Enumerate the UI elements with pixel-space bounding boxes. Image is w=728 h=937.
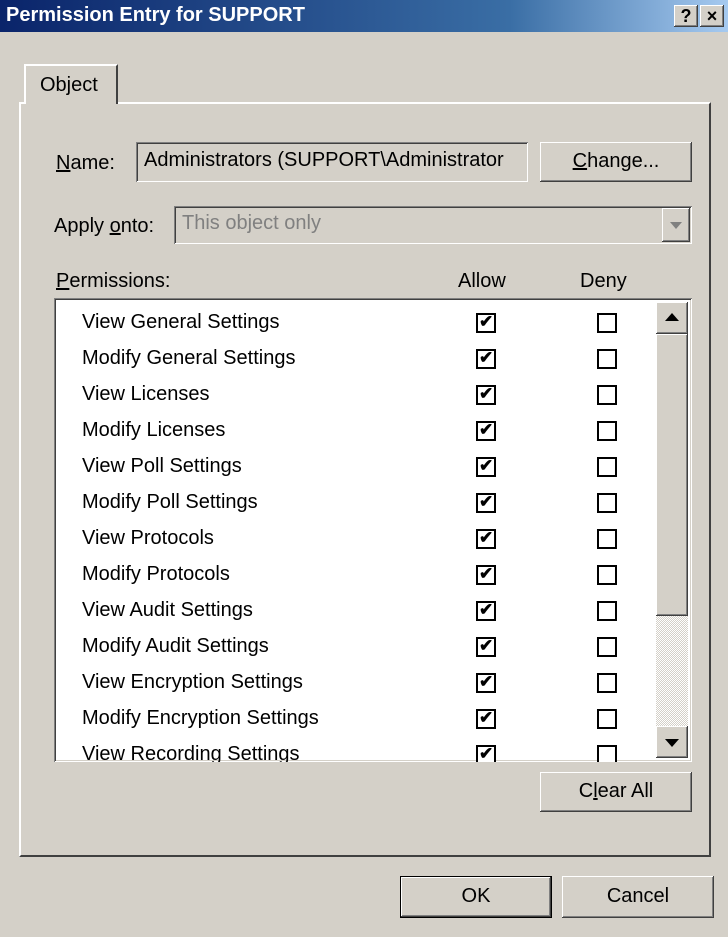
check-icon: ✔: [479, 528, 494, 547]
permission-row: View General Settings ✔: [54, 306, 654, 340]
deny-checkbox[interactable]: [597, 349, 617, 369]
check-icon: ✔: [479, 456, 494, 475]
check-icon: ✔: [479, 672, 494, 691]
check-icon: ✔: [479, 564, 494, 583]
deny-checkbox[interactable]: [597, 565, 617, 585]
allow-checkbox[interactable]: ✔: [476, 456, 496, 477]
deny-checkbox[interactable]: [597, 673, 617, 693]
check-icon: ✔: [479, 708, 494, 727]
check-icon: ✔: [479, 384, 494, 403]
deny-checkbox[interactable]: [597, 637, 617, 657]
check-icon: ✔: [479, 636, 494, 655]
allow-checkbox[interactable]: ✔: [476, 672, 496, 693]
clear-all-button[interactable]: Clear All: [540, 772, 692, 812]
scroll-thumb[interactable]: [656, 334, 688, 616]
allow-checkbox[interactable]: ✔: [476, 708, 496, 729]
permission-row: Modify Audit Settings ✔: [54, 630, 654, 664]
apply-onto-select[interactable]: This object only: [174, 206, 692, 244]
permission-name: View Protocols: [82, 527, 214, 549]
chevron-down-icon[interactable]: [662, 208, 690, 242]
check-icon: ✔: [479, 744, 494, 762]
deny-column-header: Deny: [580, 270, 627, 292]
permissions-label: Permissions:: [56, 270, 171, 292]
cancel-button[interactable]: Cancel: [562, 876, 714, 918]
permission-name: Modify General Settings: [82, 347, 296, 369]
permission-name: Modify Licenses: [82, 419, 226, 441]
allow-checkbox[interactable]: ✔: [476, 348, 496, 369]
tab-object-label: Object: [40, 74, 98, 96]
allow-checkbox[interactable]: ✔: [476, 600, 496, 621]
permission-row: Modify Poll Settings ✔: [54, 486, 654, 520]
permission-name: Modify Poll Settings: [82, 491, 258, 513]
deny-checkbox[interactable]: [597, 709, 617, 729]
permission-row: Modify Encryption Settings ✔: [54, 702, 654, 736]
permission-row: Modify Protocols ✔: [54, 558, 654, 592]
permission-row: Modify General Settings ✔: [54, 342, 654, 376]
help-button[interactable]: ?: [674, 5, 698, 27]
name-label: Name:: [56, 152, 115, 174]
permission-name: View Recording Settings: [82, 743, 300, 762]
permission-name: Modify Encryption Settings: [82, 707, 319, 729]
deny-checkbox[interactable]: [597, 745, 617, 762]
name-field: Administrators (SUPPORT\Administrator: [136, 142, 528, 182]
permission-row: View Encryption Settings ✔: [54, 666, 654, 700]
deny-checkbox[interactable]: [597, 601, 617, 621]
permission-row: Modify Licenses ✔: [54, 414, 654, 448]
allow-checkbox[interactable]: ✔: [476, 312, 496, 333]
allow-column-header: Allow: [458, 270, 506, 292]
deny-checkbox[interactable]: [597, 421, 617, 441]
change-button[interactable]: Change...: [540, 142, 692, 182]
apply-onto-label: Apply onto:: [54, 215, 155, 237]
apply-onto-value: This object only: [182, 212, 321, 234]
permission-row: View Licenses ✔: [54, 378, 654, 412]
deny-checkbox[interactable]: [597, 457, 617, 477]
permission-name: View Audit Settings: [82, 599, 253, 621]
deny-checkbox[interactable]: [597, 493, 617, 513]
check-icon: ✔: [479, 492, 494, 511]
allow-checkbox[interactable]: ✔: [476, 492, 496, 513]
ok-button[interactable]: OK: [400, 876, 552, 918]
check-icon: ✔: [479, 348, 494, 367]
tab-object[interactable]: Object: [24, 64, 118, 104]
permission-name: View Encryption Settings: [82, 671, 303, 693]
permission-name: Modify Audit Settings: [82, 635, 269, 657]
permission-row: View Audit Settings ✔: [54, 594, 654, 628]
window-title: Permission Entry for SUPPORT: [6, 4, 305, 26]
allow-checkbox[interactable]: ✔: [476, 636, 496, 657]
deny-checkbox[interactable]: [597, 313, 617, 333]
allow-checkbox[interactable]: ✔: [476, 420, 496, 441]
permission-name: View General Settings: [82, 311, 280, 333]
permission-name: View Poll Settings: [82, 455, 242, 477]
permission-row: View Protocols ✔: [54, 522, 654, 556]
vertical-scrollbar[interactable]: [656, 302, 688, 758]
permission-row: View Recording Settings ✔: [54, 738, 654, 762]
scroll-up-button[interactable]: [656, 302, 688, 334]
title-bar: Permission Entry for SUPPORT ? ×: [0, 0, 728, 32]
close-button[interactable]: ×: [700, 5, 724, 27]
check-icon: ✔: [479, 420, 494, 439]
permissions-list[interactable]: View General Settings ✔ Modify General Set…: [54, 298, 692, 762]
permission-name: Modify Protocols: [82, 563, 230, 585]
deny-checkbox[interactable]: [597, 385, 617, 405]
permission-row: View Poll Settings ✔: [54, 450, 654, 484]
check-icon: ✔: [479, 312, 494, 331]
allow-checkbox[interactable]: ✔: [476, 564, 496, 585]
permission-name: View Licenses: [82, 383, 210, 405]
allow-checkbox[interactable]: ✔: [476, 744, 496, 762]
allow-checkbox[interactable]: ✔: [476, 384, 496, 405]
deny-checkbox[interactable]: [597, 529, 617, 549]
scroll-down-button[interactable]: [656, 726, 688, 758]
check-icon: ✔: [479, 600, 494, 619]
allow-checkbox[interactable]: ✔: [476, 528, 496, 549]
